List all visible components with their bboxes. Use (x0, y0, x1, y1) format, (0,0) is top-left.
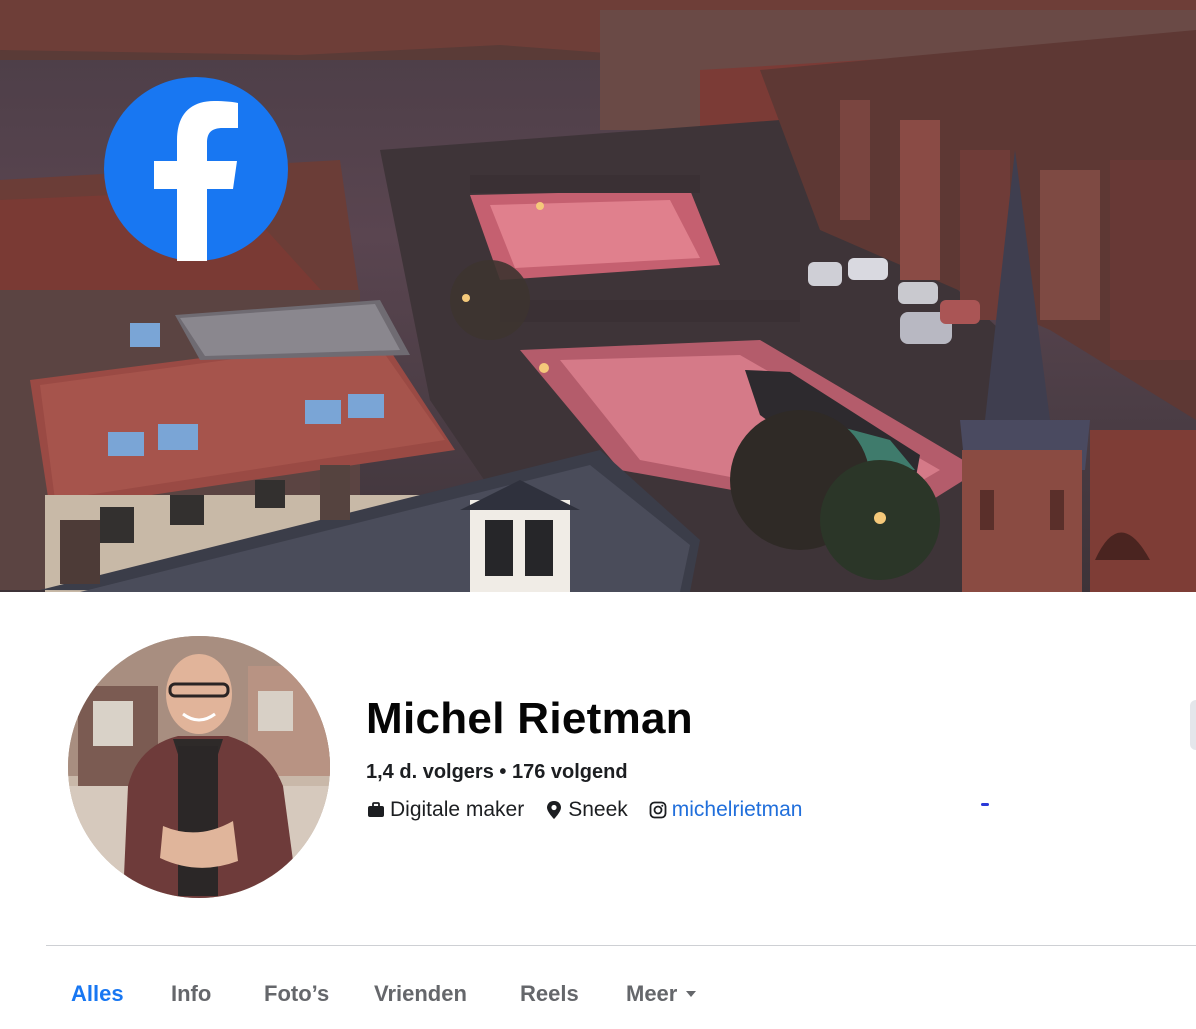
tab-reels[interactable]: Reels (520, 978, 579, 1010)
location-label: Sneek (568, 798, 628, 821)
facebook-f-icon (154, 101, 238, 261)
cover-photo[interactable] (0, 0, 1196, 592)
tab-label: Alles (71, 981, 124, 1006)
decorative-dash (981, 803, 989, 806)
tab-vrienden[interactable]: Vrienden (374, 978, 467, 1010)
location-item: Sneek (544, 798, 628, 822)
tab-label: Foto’s (264, 981, 330, 1006)
map-pin-icon (544, 800, 564, 820)
tab-label: Vrienden (374, 981, 467, 1006)
profile-tabs: Alles Info Foto’s Vrienden Reels Meer (0, 978, 1196, 1010)
tab-label: Info (171, 981, 212, 1006)
caret-down-icon (685, 990, 697, 998)
profile-photo (68, 636, 330, 898)
divider (46, 945, 1196, 946)
profile-avatar[interactable] (68, 636, 330, 898)
profile-stats[interactable]: 1,4 d. volgers • 176 volgend (366, 761, 628, 784)
profile-meta: Digitale maker Sneek michelrietman (366, 797, 802, 823)
facebook-logo (104, 77, 288, 261)
tab-alles[interactable]: Alles (71, 978, 124, 1010)
instagram-item[interactable]: michelrietman (648, 798, 803, 822)
tab-label: Meer (626, 981, 678, 1006)
tab-info[interactable]: Info (171, 978, 211, 1010)
tab-label: Reels (520, 981, 579, 1006)
tab-meer[interactable]: Meer (626, 978, 697, 1010)
tab-fotos[interactable]: Foto’s (264, 978, 329, 1010)
briefcase-icon (366, 800, 386, 820)
instagram-link[interactable]: michelrietman (672, 798, 803, 822)
instagram-icon (648, 800, 668, 820)
profile-name: Michel Rietman (366, 694, 693, 743)
side-button-edge[interactable] (1190, 700, 1196, 750)
category-label: Digitale maker (390, 798, 525, 821)
category-item: Digitale maker (366, 798, 524, 822)
